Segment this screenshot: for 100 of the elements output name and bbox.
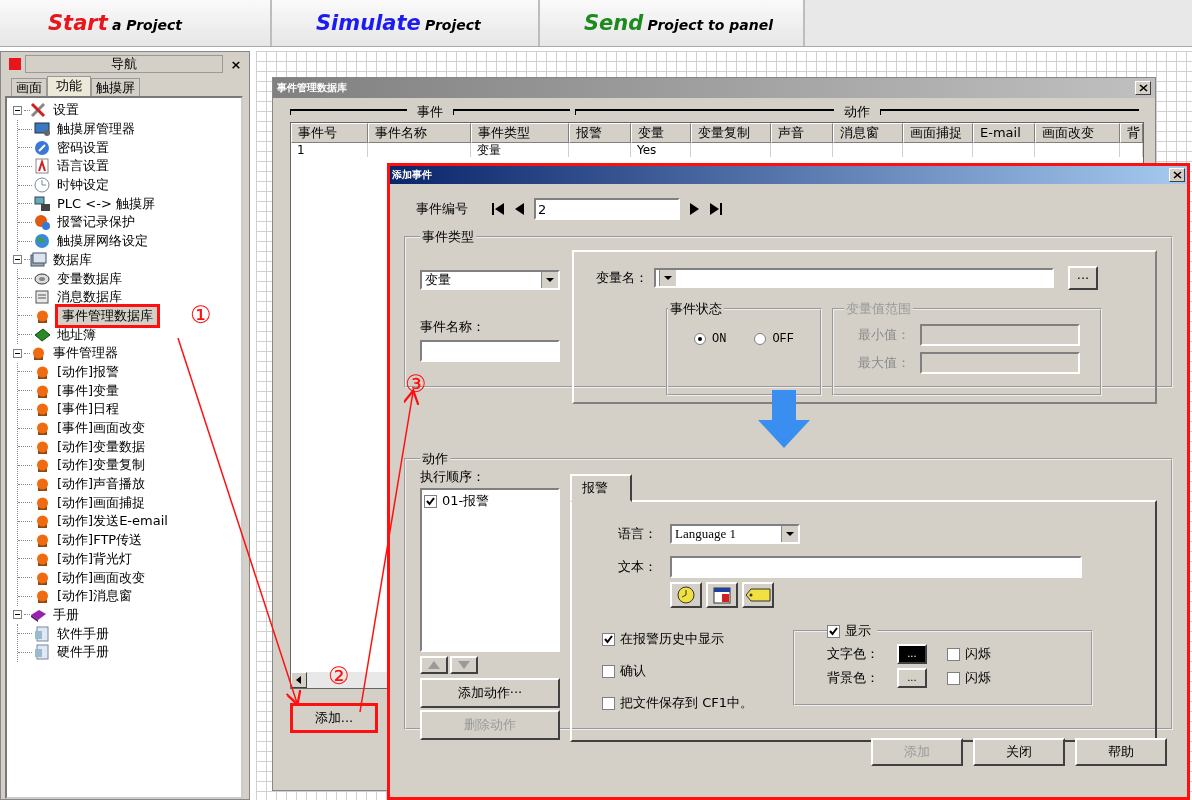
- column-header[interactable]: 变量: [631, 123, 691, 143]
- tree-item[interactable]: [动作]FTP传送: [55, 532, 145, 549]
- checkbox-option[interactable]: 确认: [602, 662, 753, 680]
- tree-item[interactable]: [事件]画面改变: [55, 420, 148, 437]
- close-button[interactable]: [1135, 81, 1151, 95]
- toolbar-button[interactable]: Start a Project: [0, 0, 272, 46]
- tree-item[interactable]: 地址簿: [55, 326, 98, 343]
- tree-item[interactable]: [动作]变量复制: [55, 457, 148, 474]
- variable-name-dropdown[interactable]: [654, 268, 1054, 288]
- tree-item[interactable]: [事件]变量: [55, 382, 122, 399]
- color-swatch[interactable]: ...: [896, 668, 927, 688]
- tree-item[interactable]: 触摸屏管理器: [55, 121, 137, 138]
- event-number-field[interactable]: 2: [534, 198, 680, 220]
- toolbar-button[interactable]: Send Project to panel: [540, 0, 805, 46]
- blink-checkbox[interactable]: 闪烁: [946, 645, 991, 663]
- tree-item[interactable]: [动作]声音播放: [55, 476, 148, 493]
- collapse-icon[interactable]: [13, 348, 22, 358]
- tree-item[interactable]: 数据库: [51, 251, 94, 268]
- column-header[interactable]: E-mail: [973, 123, 1035, 143]
- tree-item[interactable]: 触摸屏网络设定: [55, 233, 150, 250]
- column-header[interactable]: 画面改变: [1035, 123, 1120, 143]
- checkbox[interactable]: [424, 494, 437, 508]
- text-field[interactable]: [670, 556, 1082, 578]
- scroll-left-button[interactable]: [291, 672, 307, 688]
- checkbox[interactable]: [826, 624, 840, 638]
- close-button[interactable]: [1169, 168, 1185, 182]
- dropdown-arrow-icon[interactable]: [659, 270, 676, 286]
- checkbox[interactable]: [602, 632, 615, 646]
- calendar-icon[interactable]: [706, 582, 738, 608]
- toolbar-button[interactable]: Simulate Project: [272, 0, 540, 46]
- first-record-icon[interactable]: [492, 203, 504, 215]
- close-button[interactable]: ×: [227, 56, 245, 72]
- tree-item[interactable]: 报警记录保护: [55, 214, 137, 231]
- radio-icon[interactable]: [754, 333, 767, 345]
- dropdown-arrow-icon[interactable]: [541, 272, 558, 288]
- language-dropdown[interactable]: Language 1: [670, 524, 800, 544]
- move-down-button[interactable]: [450, 656, 478, 674]
- display-checkbox[interactable]: 显示: [826, 622, 871, 640]
- tree-item[interactable]: 语言设置: [55, 158, 111, 175]
- dialog-button[interactable]: 关闭: [973, 738, 1065, 766]
- color-swatch[interactable]: ...: [896, 644, 927, 664]
- panel-tab[interactable]: 功能: [47, 76, 91, 97]
- collapse-icon[interactable]: [13, 255, 22, 265]
- tree-item[interactable]: 硬件手册: [55, 644, 111, 661]
- tree-item[interactable]: 事件管理器: [51, 345, 120, 362]
- next-icon[interactable]: [690, 203, 700, 215]
- last-record-icon[interactable]: [710, 203, 722, 215]
- checkbox[interactable]: [602, 664, 615, 678]
- radio-icon[interactable]: [694, 333, 706, 345]
- previous-icon[interactable]: [514, 203, 524, 215]
- clock-icon[interactable]: [670, 582, 702, 608]
- column-header[interactable]: 变量复制: [691, 123, 771, 143]
- checkbox[interactable]: [602, 696, 615, 710]
- add-button[interactable]: 添加...: [290, 703, 378, 733]
- checkbox-option[interactable]: 在报警历史中显示: [602, 630, 753, 648]
- column-header[interactable]: 背: [1120, 123, 1143, 143]
- list-item[interactable]: 01-报警: [424, 492, 556, 510]
- tab[interactable]: 报警: [570, 474, 632, 502]
- tree-item[interactable]: 手册: [51, 606, 81, 623]
- tree-item[interactable]: [动作]画面改变: [55, 569, 148, 586]
- dialog-button[interactable]: 帮助: [1075, 738, 1167, 766]
- collapse-icon[interactable]: [13, 610, 22, 620]
- move-up-button[interactable]: [420, 656, 448, 674]
- add-action-button[interactable]: 添加动作···: [420, 678, 560, 708]
- column-header[interactable]: 声音: [771, 123, 833, 143]
- tree-item[interactable]: [动作]背光灯: [55, 550, 135, 567]
- column-header[interactable]: 消息窗: [833, 123, 903, 143]
- tree-item[interactable]: 密码设置: [55, 139, 111, 156]
- field-label: 执行顺序：: [420, 468, 486, 486]
- tree-item[interactable]: [事件]日程: [55, 401, 122, 418]
- blink-checkbox[interactable]: 闪烁: [946, 669, 991, 687]
- column-header[interactable]: 事件号: [291, 123, 368, 143]
- dropdown-arrow-icon[interactable]: [781, 526, 798, 542]
- tree-item[interactable]: [动作]变量数据: [55, 438, 148, 455]
- checkbox[interactable]: [946, 647, 960, 661]
- checkbox-option[interactable]: 把文件保存到 CF1中。: [602, 694, 753, 712]
- tree-item[interactable]: [动作]发送E-email: [55, 513, 170, 530]
- column-header[interactable]: 画面捕捉: [903, 123, 973, 143]
- tree-item[interactable]: [动作]报警: [55, 363, 122, 380]
- dialog-title: 添加事件: [392, 168, 432, 182]
- event-name-field[interactable]: [420, 340, 560, 362]
- tree-item[interactable]: 软件手册: [55, 625, 111, 642]
- tree-item[interactable]: 时钟设定: [55, 177, 111, 194]
- tree-item[interactable]: [动作]画面捕捉: [55, 494, 148, 511]
- tag-icon[interactable]: [742, 582, 774, 608]
- tree-item[interactable]: 变量数据库: [55, 270, 124, 287]
- column-header[interactable]: 报警: [569, 123, 631, 143]
- collapse-icon[interactable]: [13, 105, 22, 115]
- event-type-dropdown[interactable]: 变量: [420, 270, 560, 290]
- checkbox[interactable]: [946, 671, 960, 685]
- radio-option[interactable]: ON: [694, 332, 727, 346]
- radio-option[interactable]: OFF: [754, 332, 794, 346]
- browse-button[interactable]: ···: [1068, 266, 1098, 290]
- tree-item[interactable]: 事件管理数据库: [55, 303, 160, 328]
- tree-item[interactable]: 设置: [51, 102, 81, 119]
- tree-item[interactable]: [动作]消息窗: [55, 588, 135, 605]
- tree-item[interactable]: PLC <-> 触摸屏: [55, 195, 157, 212]
- column-header[interactable]: 事件类型: [471, 123, 569, 143]
- column-header[interactable]: 事件名称: [368, 123, 471, 143]
- tree-item[interactable]: 消息数据库: [55, 289, 124, 306]
